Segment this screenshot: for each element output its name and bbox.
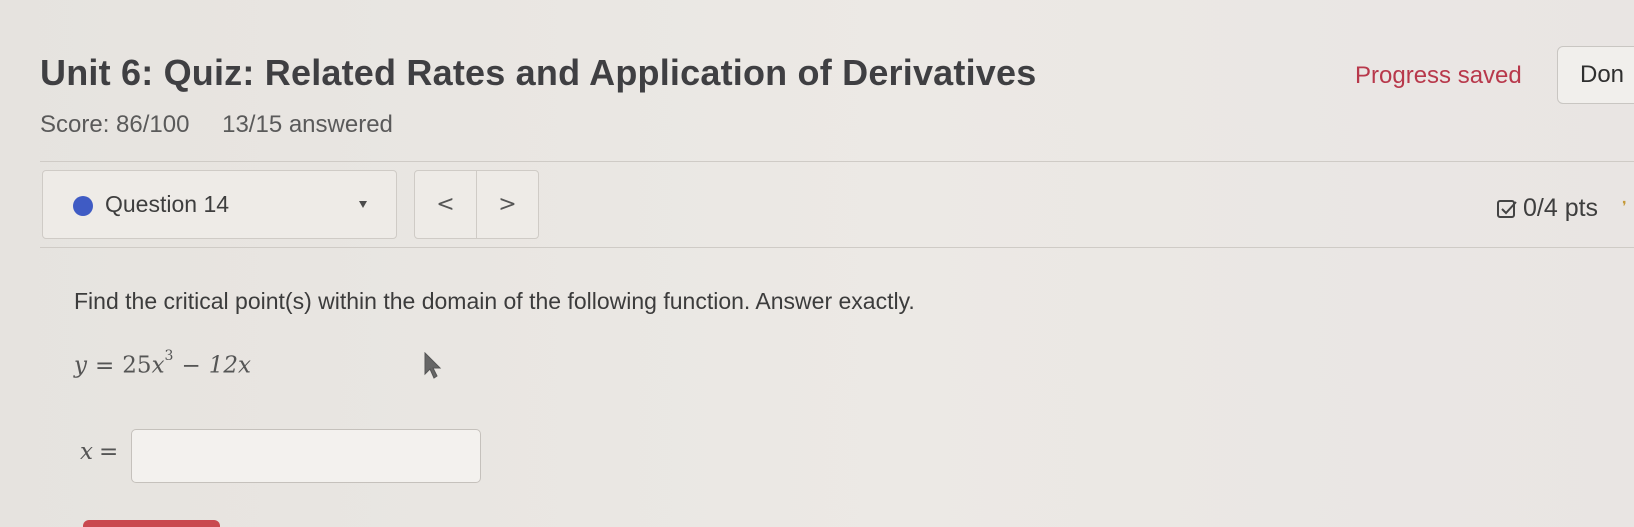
page-title: Unit 6: Quiz: Related Rates and Applicat… (40, 52, 1037, 93)
term1-exponent: 3 (164, 348, 174, 364)
equation-equals: = (95, 352, 115, 379)
divider-top (40, 161, 1634, 162)
answer-input[interactable] (131, 429, 481, 483)
question-selector[interactable]: Question 14 (42, 170, 397, 239)
score-summary: Score: 86/100 13/15 answered (40, 111, 393, 139)
answer-variable: x (80, 439, 93, 465)
status-dot-icon (73, 196, 93, 216)
progress-status: Progress saved (1355, 62, 1522, 89)
score-text: Score: 86/100 (40, 111, 190, 138)
question-points: 0/4 pts (1496, 194, 1598, 223)
term2: 12x (208, 352, 251, 379)
equation-lhs: y (74, 352, 87, 379)
caret-down-icon (359, 201, 367, 208)
quiz-page: Unit 6: Quiz: Related Rates and Applicat… (0, 0, 1634, 527)
question-selector-label: Question 14 (105, 191, 230, 217)
term1-coefficient: 25 (122, 352, 152, 379)
submit-button[interactable] (83, 520, 220, 527)
divider-bottom (40, 247, 1634, 248)
answer-label: x = (80, 439, 118, 465)
mouse-pointer-icon (424, 352, 442, 379)
answer-equals: = (98, 439, 119, 465)
equation-minus: − (181, 352, 201, 379)
previous-question-button[interactable]: < (415, 171, 476, 238)
term1-variable: x (151, 352, 165, 379)
truncated-marker: ❜ (1622, 198, 1627, 214)
check-square-icon (1497, 199, 1517, 218)
question-prompt: Find the critical point(s) within the do… (74, 288, 915, 314)
question-pager: < > (414, 170, 539, 239)
answered-count: 13/15 answered (222, 111, 393, 138)
points-text: 0/4 pts (1523, 194, 1599, 222)
next-question-button[interactable]: > (476, 171, 538, 238)
function-equation: y = 25x3−12x (74, 348, 251, 379)
done-button[interactable]: Don (1557, 46, 1634, 104)
